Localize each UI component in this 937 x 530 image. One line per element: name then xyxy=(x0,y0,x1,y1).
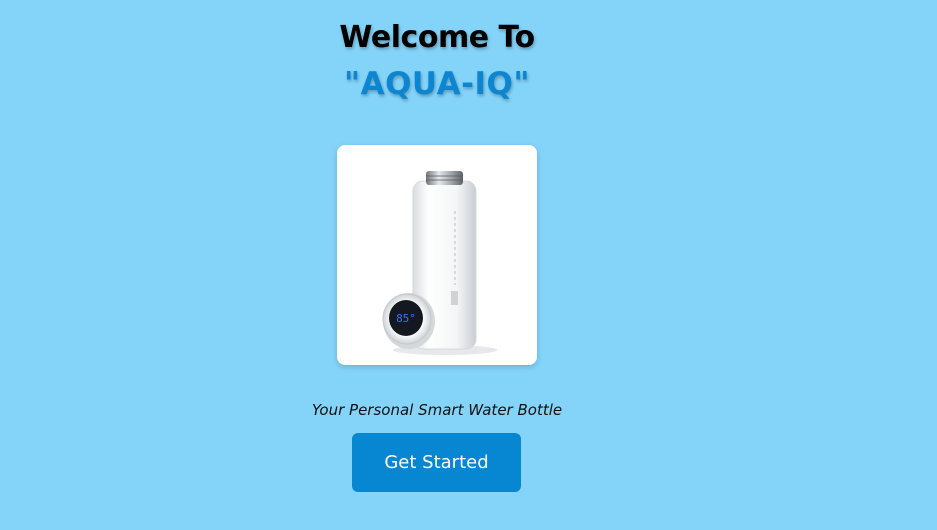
temperature-readout: 85° xyxy=(396,312,416,325)
brand-name: "AQUA-IQ" xyxy=(343,66,531,102)
welcome-title: Welcome To xyxy=(339,20,535,55)
smart-bottle-image: 85° xyxy=(382,171,497,355)
product-image-card: 85° xyxy=(337,145,537,365)
get-started-button[interactable]: Get Started xyxy=(352,433,521,492)
bottle-rim xyxy=(426,171,463,185)
bottle-lid: 85° xyxy=(382,293,435,349)
tagline: Your Personal Smart Water Bottle xyxy=(311,401,563,419)
